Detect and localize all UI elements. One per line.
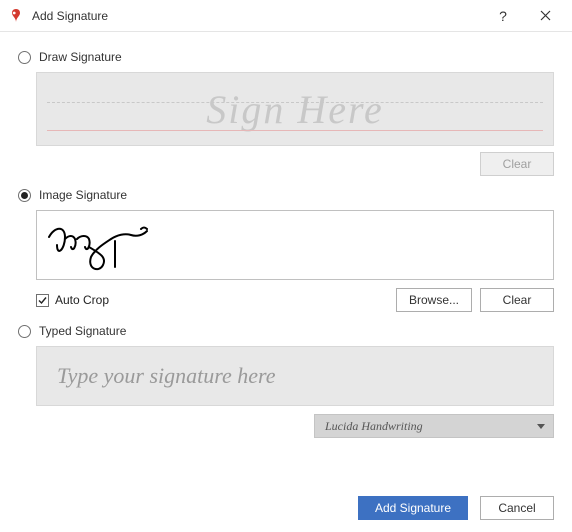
auto-crop-label: Auto Crop bbox=[55, 293, 109, 307]
browse-button[interactable]: Browse... bbox=[396, 288, 472, 312]
radio-icon bbox=[18, 325, 31, 338]
app-icon bbox=[8, 8, 24, 24]
section-image: Image Signature Auto Crop Browse... Clea… bbox=[18, 188, 554, 312]
dialog-footer: Add Signature Cancel bbox=[0, 484, 572, 532]
radio-icon bbox=[18, 51, 31, 64]
titlebar: Add Signature ? bbox=[0, 0, 572, 32]
radio-label: Image Signature bbox=[39, 188, 127, 202]
radio-label: Draw Signature bbox=[39, 50, 122, 64]
radio-label: Typed Signature bbox=[39, 324, 126, 338]
radio-draw-signature[interactable]: Draw Signature bbox=[18, 50, 554, 64]
radio-image-signature[interactable]: Image Signature bbox=[18, 188, 554, 202]
typed-placeholder: Type your signature here bbox=[57, 363, 276, 389]
image-clear-button[interactable]: Clear bbox=[480, 288, 554, 312]
radio-typed-signature[interactable]: Typed Signature bbox=[18, 324, 554, 338]
window-title: Add Signature bbox=[32, 9, 482, 23]
guide-dashline bbox=[47, 102, 543, 103]
draw-clear-button[interactable]: Clear bbox=[480, 152, 554, 176]
guide-baseline bbox=[47, 130, 543, 131]
typed-signature-input[interactable]: Type your signature here bbox=[36, 346, 554, 406]
add-signature-button[interactable]: Add Signature bbox=[358, 496, 468, 520]
font-family-select[interactable]: Lucida Handwriting bbox=[314, 414, 554, 438]
cancel-button[interactable]: Cancel bbox=[480, 496, 554, 520]
chevron-down-icon bbox=[537, 424, 545, 429]
section-typed: Typed Signature Type your signature here… bbox=[18, 324, 554, 438]
image-signature-preview bbox=[36, 210, 554, 280]
draw-signature-canvas[interactable]: Sign Here bbox=[36, 72, 554, 146]
checkbox-icon bbox=[36, 294, 49, 307]
auto-crop-checkbox[interactable]: Auto Crop bbox=[36, 293, 388, 307]
dialog-body: Draw Signature Sign Here Clear Image Sig… bbox=[0, 32, 572, 484]
radio-icon bbox=[18, 189, 31, 202]
help-button[interactable]: ? bbox=[482, 0, 524, 32]
section-draw: Draw Signature Sign Here Clear bbox=[18, 50, 554, 176]
draw-placeholder: Sign Here bbox=[206, 86, 384, 133]
close-button[interactable] bbox=[524, 0, 566, 32]
font-selected-label: Lucida Handwriting bbox=[325, 419, 423, 434]
signature-image bbox=[43, 217, 163, 273]
